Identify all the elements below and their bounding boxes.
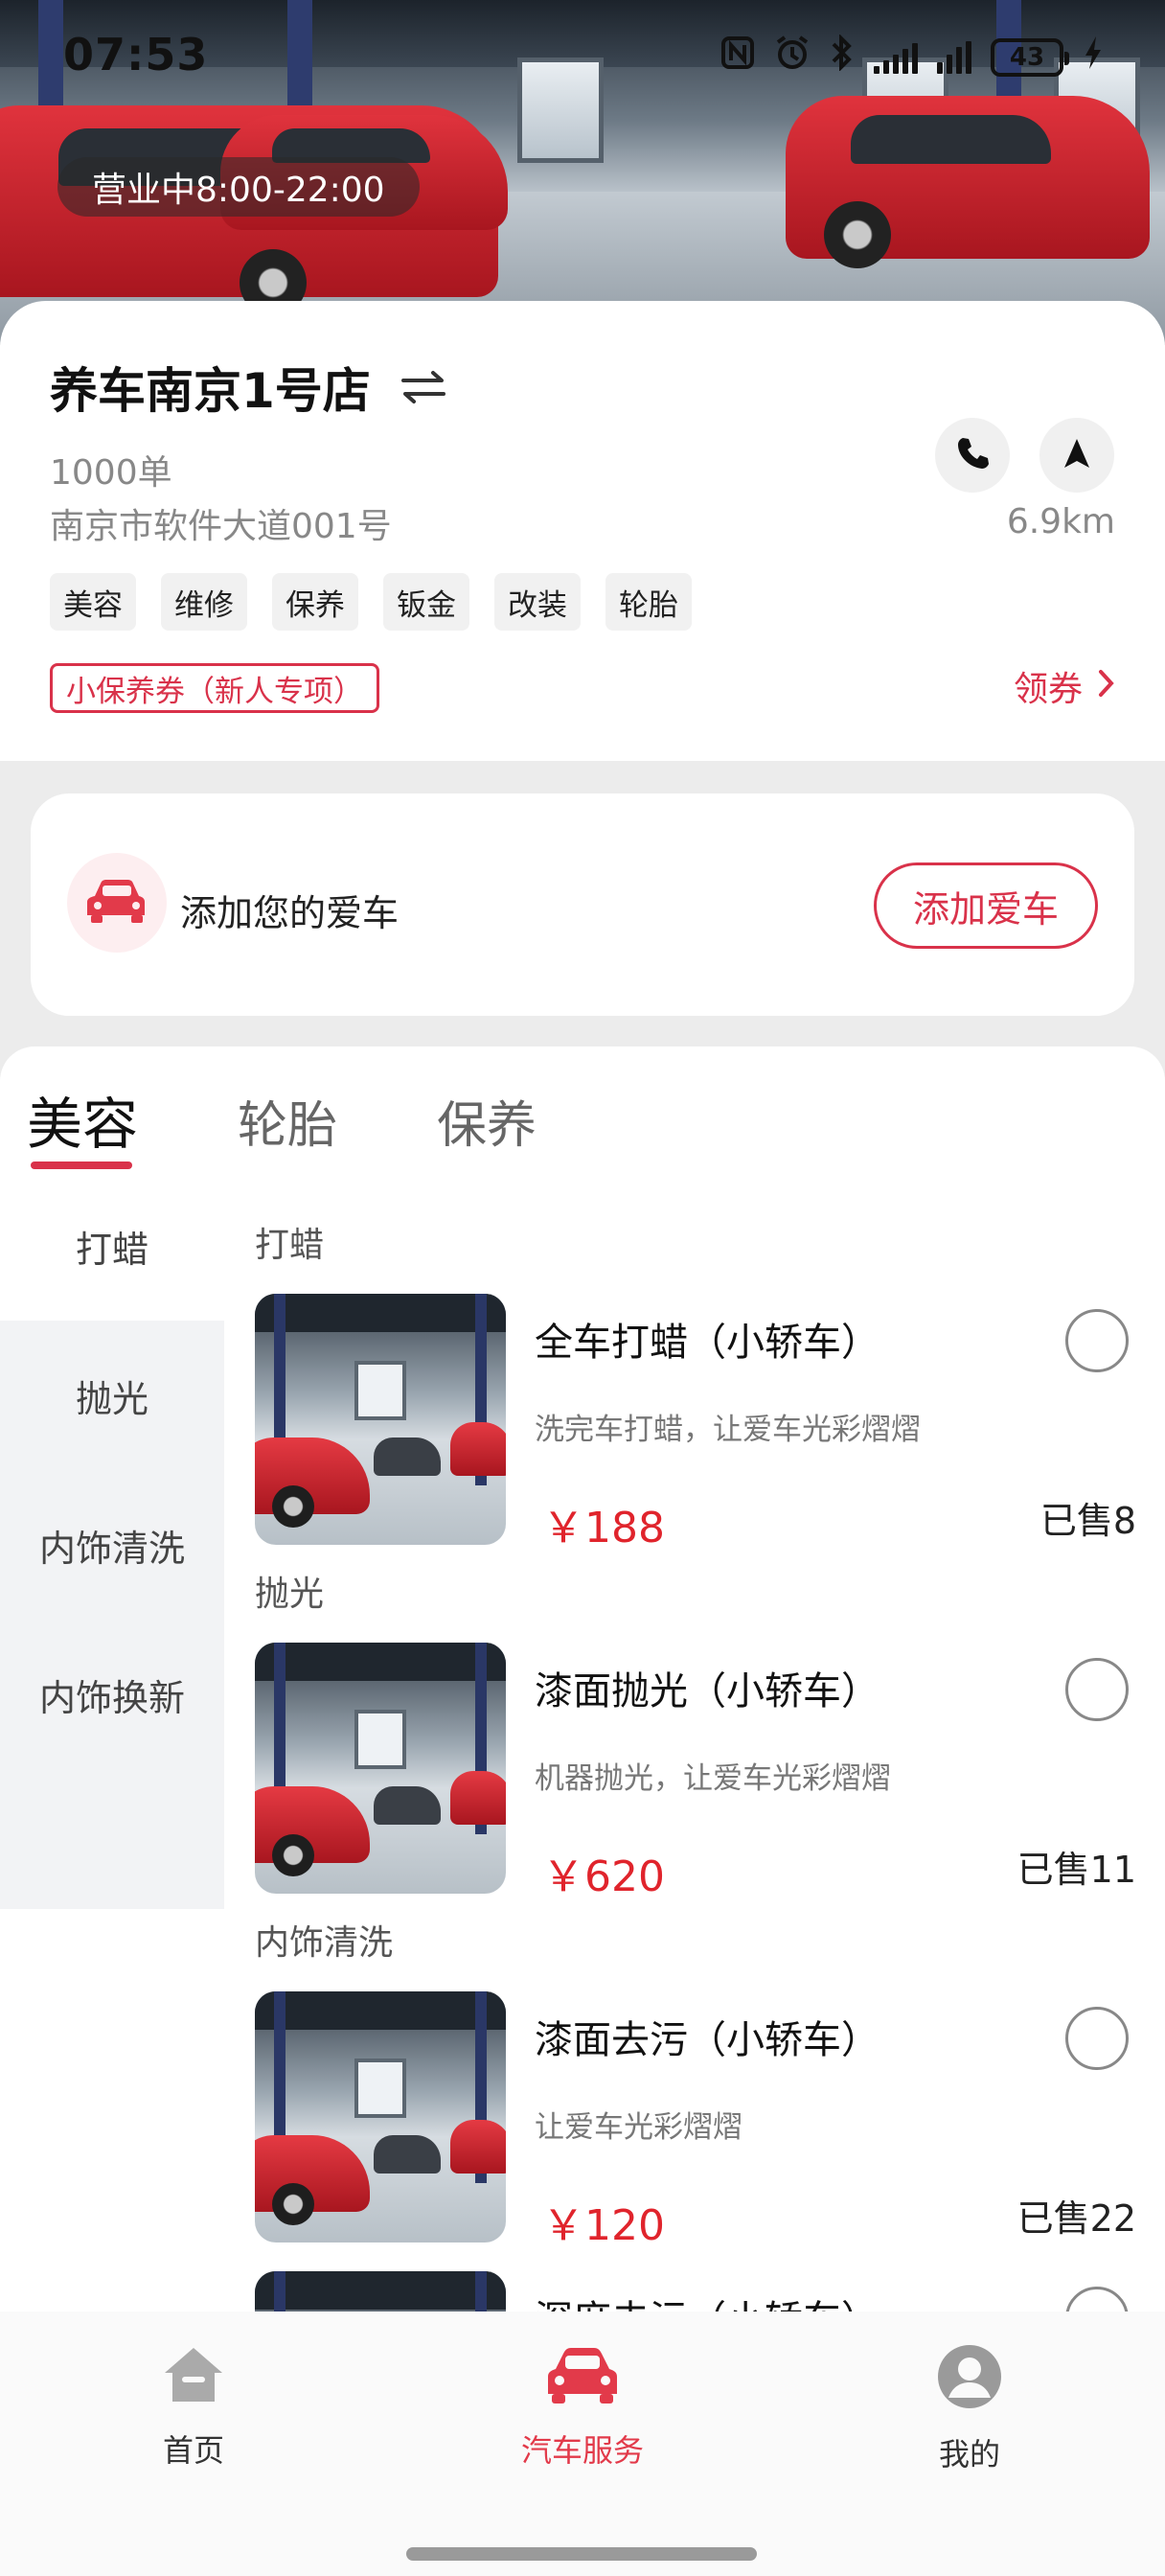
- service-list-panel: 美容 轮胎 保养 打蜡 抛光 内饰清洗 内饰换新 打蜡 全车打蜡（小轿车） 洗完…: [0, 1046, 1165, 2312]
- business-hours-badge: 营业中8:00-22:00: [57, 157, 420, 217]
- call-button[interactable]: [935, 418, 1010, 493]
- switch-store-icon[interactable]: [400, 368, 447, 406]
- nav-car-service-label: 汽车服务: [520, 2432, 644, 2469]
- service-tag: 美容: [50, 573, 136, 631]
- nav-profile-label: 我的: [938, 2436, 1000, 2472]
- status-bar: 07:53 43: [0, 0, 1165, 113]
- bottom-navigation: 首页 汽车服务 我的: [0, 2312, 1165, 2576]
- service-thumbnail: [255, 2271, 506, 2312]
- nfc-icon: [720, 35, 755, 79]
- service-price: ￥188: [542, 1504, 665, 1552]
- select-checkbox[interactable]: [1065, 2007, 1129, 2070]
- car-icon: [85, 877, 148, 929]
- category-tabs: 美容 轮胎 保养: [0, 1046, 1165, 1171]
- chevron-right-icon: [1098, 667, 1115, 706]
- service-item[interactable]: 全车打蜡（小轿车） 洗完车打蜡，让爱车光彩熠熠 ￥188 已售8: [255, 1294, 1136, 1552]
- store-distance: 6.9km: [1006, 502, 1115, 541]
- service-item[interactable]: 深度去污（小轿车）: [255, 2271, 1136, 2312]
- status-time: 07:53: [63, 29, 209, 80]
- tab-beauty[interactable]: 美容: [27, 1079, 138, 1160]
- select-checkbox[interactable]: [1065, 1658, 1129, 1721]
- section-label: 打蜡: [255, 1226, 325, 1265]
- service-thumbnail: [255, 1294, 506, 1545]
- section-label: 抛光: [255, 1575, 325, 1614]
- coupon-badge[interactable]: 小保养券（新人专项）: [50, 663, 379, 713]
- service-tags: 美容 维修 保养 钣金 改装 轮胎: [50, 573, 692, 631]
- sidebar-item-interior-renewal[interactable]: 内饰换新: [0, 1620, 224, 1769]
- car-wheel: [824, 201, 891, 268]
- section-label: 内饰清洗: [255, 1923, 394, 1963]
- tab-maintenance[interactable]: 保养: [437, 1085, 537, 1157]
- service-title: 全车打蜡（小轿车）: [535, 1321, 879, 1365]
- battery-icon: 43: [991, 37, 1069, 77]
- service-description: 让爱车光彩熠熠: [535, 2110, 742, 2145]
- bluetooth-icon: [830, 34, 855, 80]
- nav-home[interactable]: 首页: [98, 2344, 289, 2471]
- store-orders: 1000单: [50, 453, 172, 493]
- service-description: 机器抛光，让爱车光彩熠熠: [535, 1761, 891, 1796]
- subcategory-sidebar: 打蜡 抛光 内饰清洗 内饰换新: [0, 1171, 224, 1909]
- add-car-prompt: 添加您的爱车: [180, 892, 400, 934]
- car-icon: [544, 2344, 621, 2413]
- sidebar-item-interior-cleaning[interactable]: 内饰清洗: [0, 1470, 224, 1620]
- home-icon: [161, 2344, 226, 2413]
- home-indicator[interactable]: [406, 2547, 757, 2561]
- add-car-card: 添加您的爱车 添加爱车: [31, 794, 1134, 1016]
- nav-car-service[interactable]: 汽车服务: [487, 2344, 678, 2471]
- service-title: 漆面去污（小轿车）: [535, 2018, 879, 2062]
- nav-home-label: 首页: [162, 2432, 224, 2469]
- sidebar-item-waxing[interactable]: 打蜡: [0, 1171, 224, 1321]
- select-checkbox[interactable]: [1065, 2287, 1129, 2312]
- service-tag: 钣金: [383, 573, 469, 631]
- charging-icon: [1083, 34, 1104, 80]
- service-description: 洗完车打蜡，让爱车光彩熠熠: [535, 1413, 921, 1447]
- store-name: 养车南京1号店: [50, 363, 371, 419]
- store-info-card: 养车南京1号店 1000单 南京市软件大道001号 6.9km 美容 维修 保养…: [0, 301, 1165, 761]
- claim-coupon-link[interactable]: 领券: [1014, 661, 1115, 711]
- claim-coupon-label: 领券: [1013, 670, 1083, 709]
- service-tag: 改装: [494, 573, 581, 631]
- service-price: ￥120: [542, 2201, 665, 2250]
- select-checkbox[interactable]: [1065, 1309, 1129, 1372]
- service-tag: 轮胎: [605, 573, 692, 631]
- service-thumbnail: [255, 1643, 506, 1894]
- store-name-row: 养车南京1号店: [50, 353, 447, 422]
- active-tab-indicator: [31, 1162, 132, 1169]
- service-title: 漆面抛光（小轿车）: [535, 1669, 879, 1714]
- service-title: 深度去污（小轿车）: [535, 2288, 879, 2312]
- car-avatar: [67, 853, 167, 953]
- tab-tires[interactable]: 轮胎: [238, 1085, 337, 1157]
- navigation-arrow-icon: [1062, 437, 1091, 473]
- service-item[interactable]: 漆面去污（小轿车） 让爱车光彩熠熠 ￥120 已售22: [255, 1991, 1136, 2250]
- alarm-icon: [774, 34, 811, 80]
- service-tag: 维修: [161, 573, 247, 631]
- service-sold-count: 已售8: [1039, 1500, 1136, 1542]
- store-address: 南京市软件大道001号: [50, 507, 392, 546]
- signal-icon: [874, 41, 918, 74]
- service-thumbnail: [255, 1991, 506, 2242]
- signal-icon: [937, 40, 971, 74]
- sidebar-item-polishing[interactable]: 抛光: [0, 1321, 224, 1470]
- service-tag: 保养: [272, 573, 358, 631]
- user-avatar-icon: [937, 2344, 1002, 2417]
- service-sold-count: 已售11: [1017, 1849, 1136, 1891]
- service-price: ￥620: [542, 1852, 665, 1901]
- phone-icon: [954, 435, 991, 475]
- navigate-button[interactable]: [1039, 418, 1114, 493]
- nav-profile[interactable]: 我的: [874, 2344, 1065, 2474]
- service-item[interactable]: 漆面抛光（小轿车） 机器抛光，让爱车光彩熠熠 ￥620 已售11: [255, 1643, 1136, 1901]
- status-icons: 43: [720, 34, 1104, 80]
- add-car-button[interactable]: 添加爱车: [874, 862, 1098, 949]
- service-sold-count: 已售22: [1017, 2197, 1136, 2240]
